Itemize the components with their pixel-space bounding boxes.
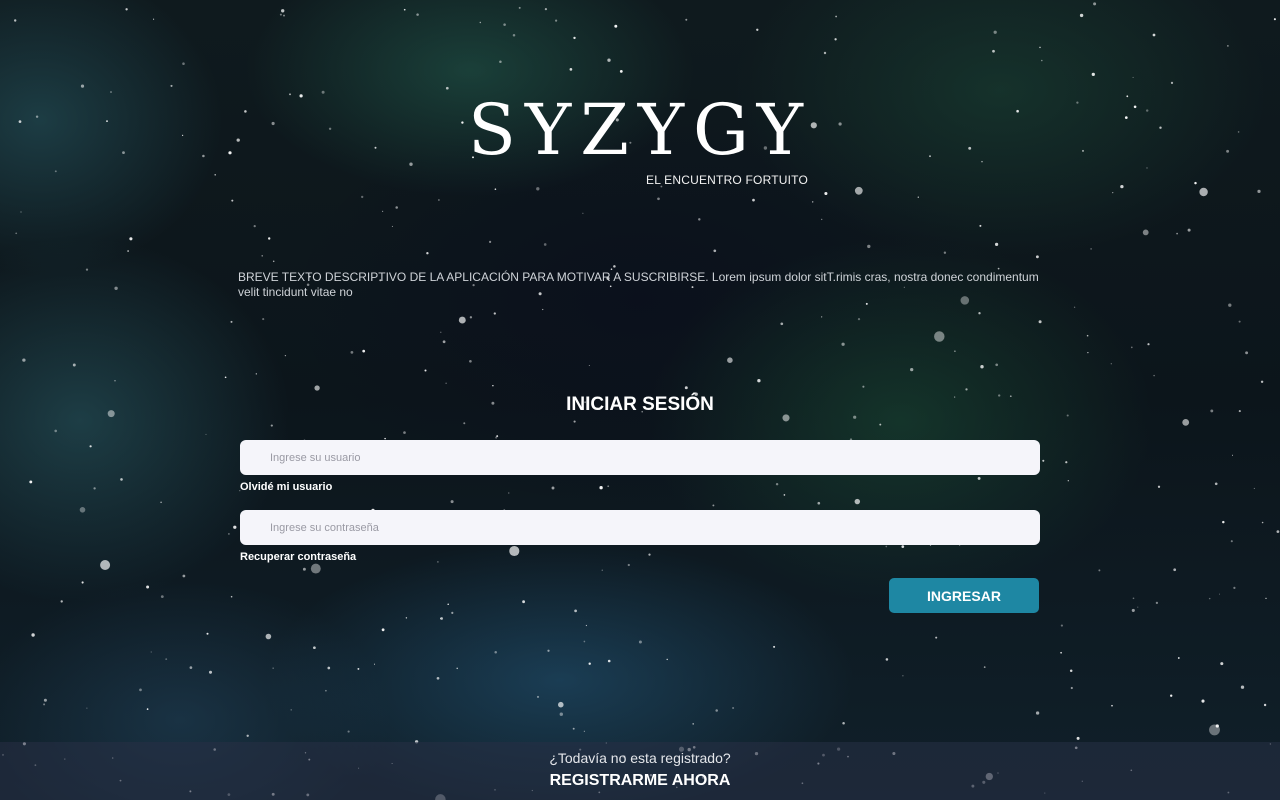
register-question: ¿Todavía no esta registrado? [549, 750, 731, 766]
register-now-link[interactable]: REGISTRARME AHORA [0, 772, 1280, 790]
app-description: BREVE TEXTO DESCRIPTIVO DE LA APLICACIÓN… [238, 270, 1039, 299]
login-title: INICIAR SESIÓN [566, 394, 714, 415]
login-submit-button[interactable]: INGRESAR [889, 578, 1039, 613]
app-logo: SYZYGY [468, 89, 812, 171]
register-footer: ¿Todavía no esta registrado? REGISTRARME… [0, 742, 1280, 800]
app-tagline: EL ENCUENTRO FORTUITO [646, 173, 808, 187]
password-input[interactable] [240, 510, 1040, 545]
username-input[interactable] [240, 440, 1040, 475]
forgot-username-link[interactable]: Olvidé mi usuario [240, 481, 332, 493]
recover-password-link[interactable]: Recuperar contraseña [240, 551, 356, 563]
